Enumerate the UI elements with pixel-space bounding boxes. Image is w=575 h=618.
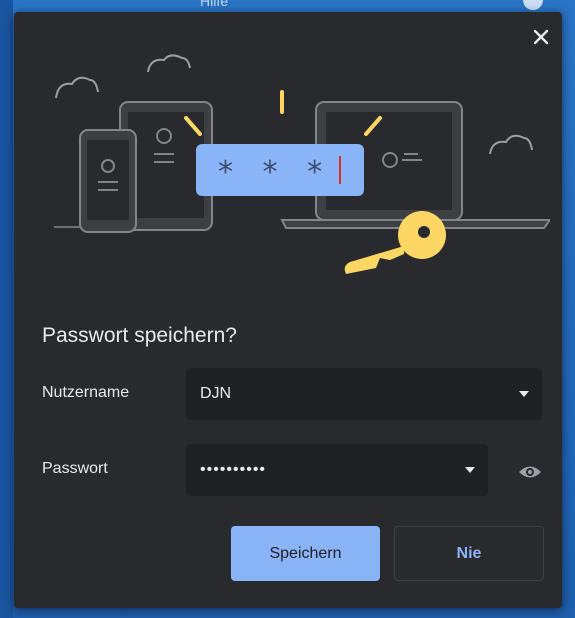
background-avatar-icon (523, 0, 543, 10)
background-left-strip (0, 0, 13, 618)
close-button[interactable] (530, 26, 552, 48)
eye-icon (519, 466, 541, 478)
chevron-down-icon (465, 467, 475, 473)
chevron-down-icon (519, 391, 529, 397)
save-button[interactable]: Speichern (231, 526, 380, 581)
close-icon (533, 29, 549, 45)
password-select[interactable]: •••••••••• (186, 444, 488, 496)
cloud-icon (55, 76, 99, 99)
save-button-label: Speichern (269, 544, 342, 562)
save-password-dialog: * * * Passwort speichern? Nutzername DJN… (14, 12, 562, 608)
password-label: Passwort (42, 460, 108, 477)
show-password-button[interactable] (514, 456, 546, 488)
never-button[interactable]: Nie (394, 526, 544, 581)
masked-password-text: * * * (218, 155, 332, 190)
password-value: •••••••••• (200, 461, 267, 478)
never-button-label: Nie (456, 544, 482, 562)
cloud-icon (147, 54, 191, 73)
username-label: Nutzername (42, 384, 130, 401)
dialog-title: Passwort speichern? (42, 324, 237, 347)
password-illustration: * * * (54, 54, 550, 274)
username-value: DJN (200, 385, 232, 402)
cloud-icon (489, 134, 533, 155)
username-select[interactable]: DJN (186, 368, 542, 420)
background-window-title: Hilfe (200, 0, 229, 9)
